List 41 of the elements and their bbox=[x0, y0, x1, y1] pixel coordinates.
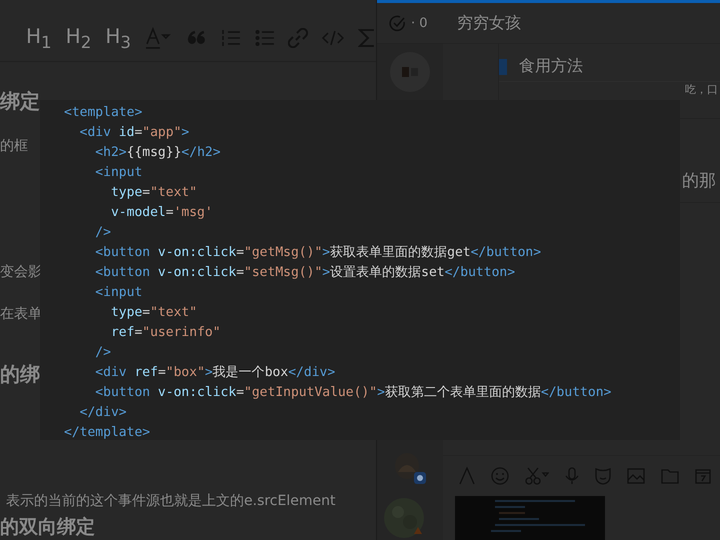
screenshot-thumbnail[interactable] bbox=[455, 496, 605, 540]
code-line: /> bbox=[94, 344, 111, 362]
paragraph: 在表单 bbox=[0, 305, 42, 323]
paragraph: 的框 bbox=[0, 137, 28, 155]
heading-button[interactable]: H$_{2}$ bbox=[66, 24, 92, 52]
code-line: <button v-on:click="getInputValue()">获取第二个表单里面的数据</button> bbox=[94, 384, 612, 402]
code-line: <input bbox=[94, 164, 142, 182]
task-count: · 0 bbox=[411, 16, 428, 30]
code-line: <div id="app"> bbox=[78, 124, 190, 142]
heading: 的绑 bbox=[0, 361, 40, 388]
code-line: ref="userinfo" bbox=[110, 324, 221, 342]
message-text: 的那 bbox=[682, 170, 716, 192]
heading: 的双向绑定 bbox=[0, 516, 95, 538]
heading: 绑定 bbox=[0, 88, 40, 115]
code-line: <input bbox=[94, 284, 142, 302]
paragraph: 表示的当前的这个事件源也就是上文的e.srcElement bbox=[5, 492, 336, 510]
chat-title: 穷穷女孩 bbox=[456, 12, 521, 34]
code-line: </template> bbox=[64, 424, 150, 442]
font-icon[interactable] bbox=[459, 467, 475, 485]
card-text: 吃，口 bbox=[685, 82, 718, 97]
calendar-icon[interactable] bbox=[695, 468, 711, 484]
folder-icon[interactable] bbox=[661, 468, 679, 484]
mask-icon[interactable] bbox=[595, 467, 611, 485]
code-line: v-model='msg' bbox=[110, 204, 213, 222]
code-line: <template> bbox=[64, 104, 142, 122]
code-line: <button v-on:click="getMsg()">获取表单里面的数据get</button> bbox=[94, 244, 542, 262]
card-title: 食用方法 bbox=[519, 56, 583, 77]
heading-button[interactable]: H$_{3}$ bbox=[105, 24, 131, 52]
code-line: type="text" bbox=[110, 184, 198, 202]
code-line: <button v-on:click="setMsg()">设置表单的数据set</button> bbox=[94, 264, 516, 282]
scissors-icon[interactable] bbox=[525, 467, 549, 485]
code-line: </div> bbox=[78, 404, 127, 422]
accent-bar bbox=[499, 58, 507, 74]
image-icon[interactable] bbox=[627, 468, 645, 484]
heading-button[interactable]: H$_{1}$ bbox=[26, 24, 52, 52]
microphone-icon[interactable] bbox=[565, 467, 579, 485]
code-line: /> bbox=[94, 224, 111, 242]
code-line: type="text" bbox=[110, 304, 198, 322]
code-line: <h2>{{msg}}</h2> bbox=[94, 144, 221, 162]
code-line: <div ref="box">我是一个box</div> bbox=[94, 364, 336, 382]
emoji-icon[interactable] bbox=[491, 467, 509, 485]
